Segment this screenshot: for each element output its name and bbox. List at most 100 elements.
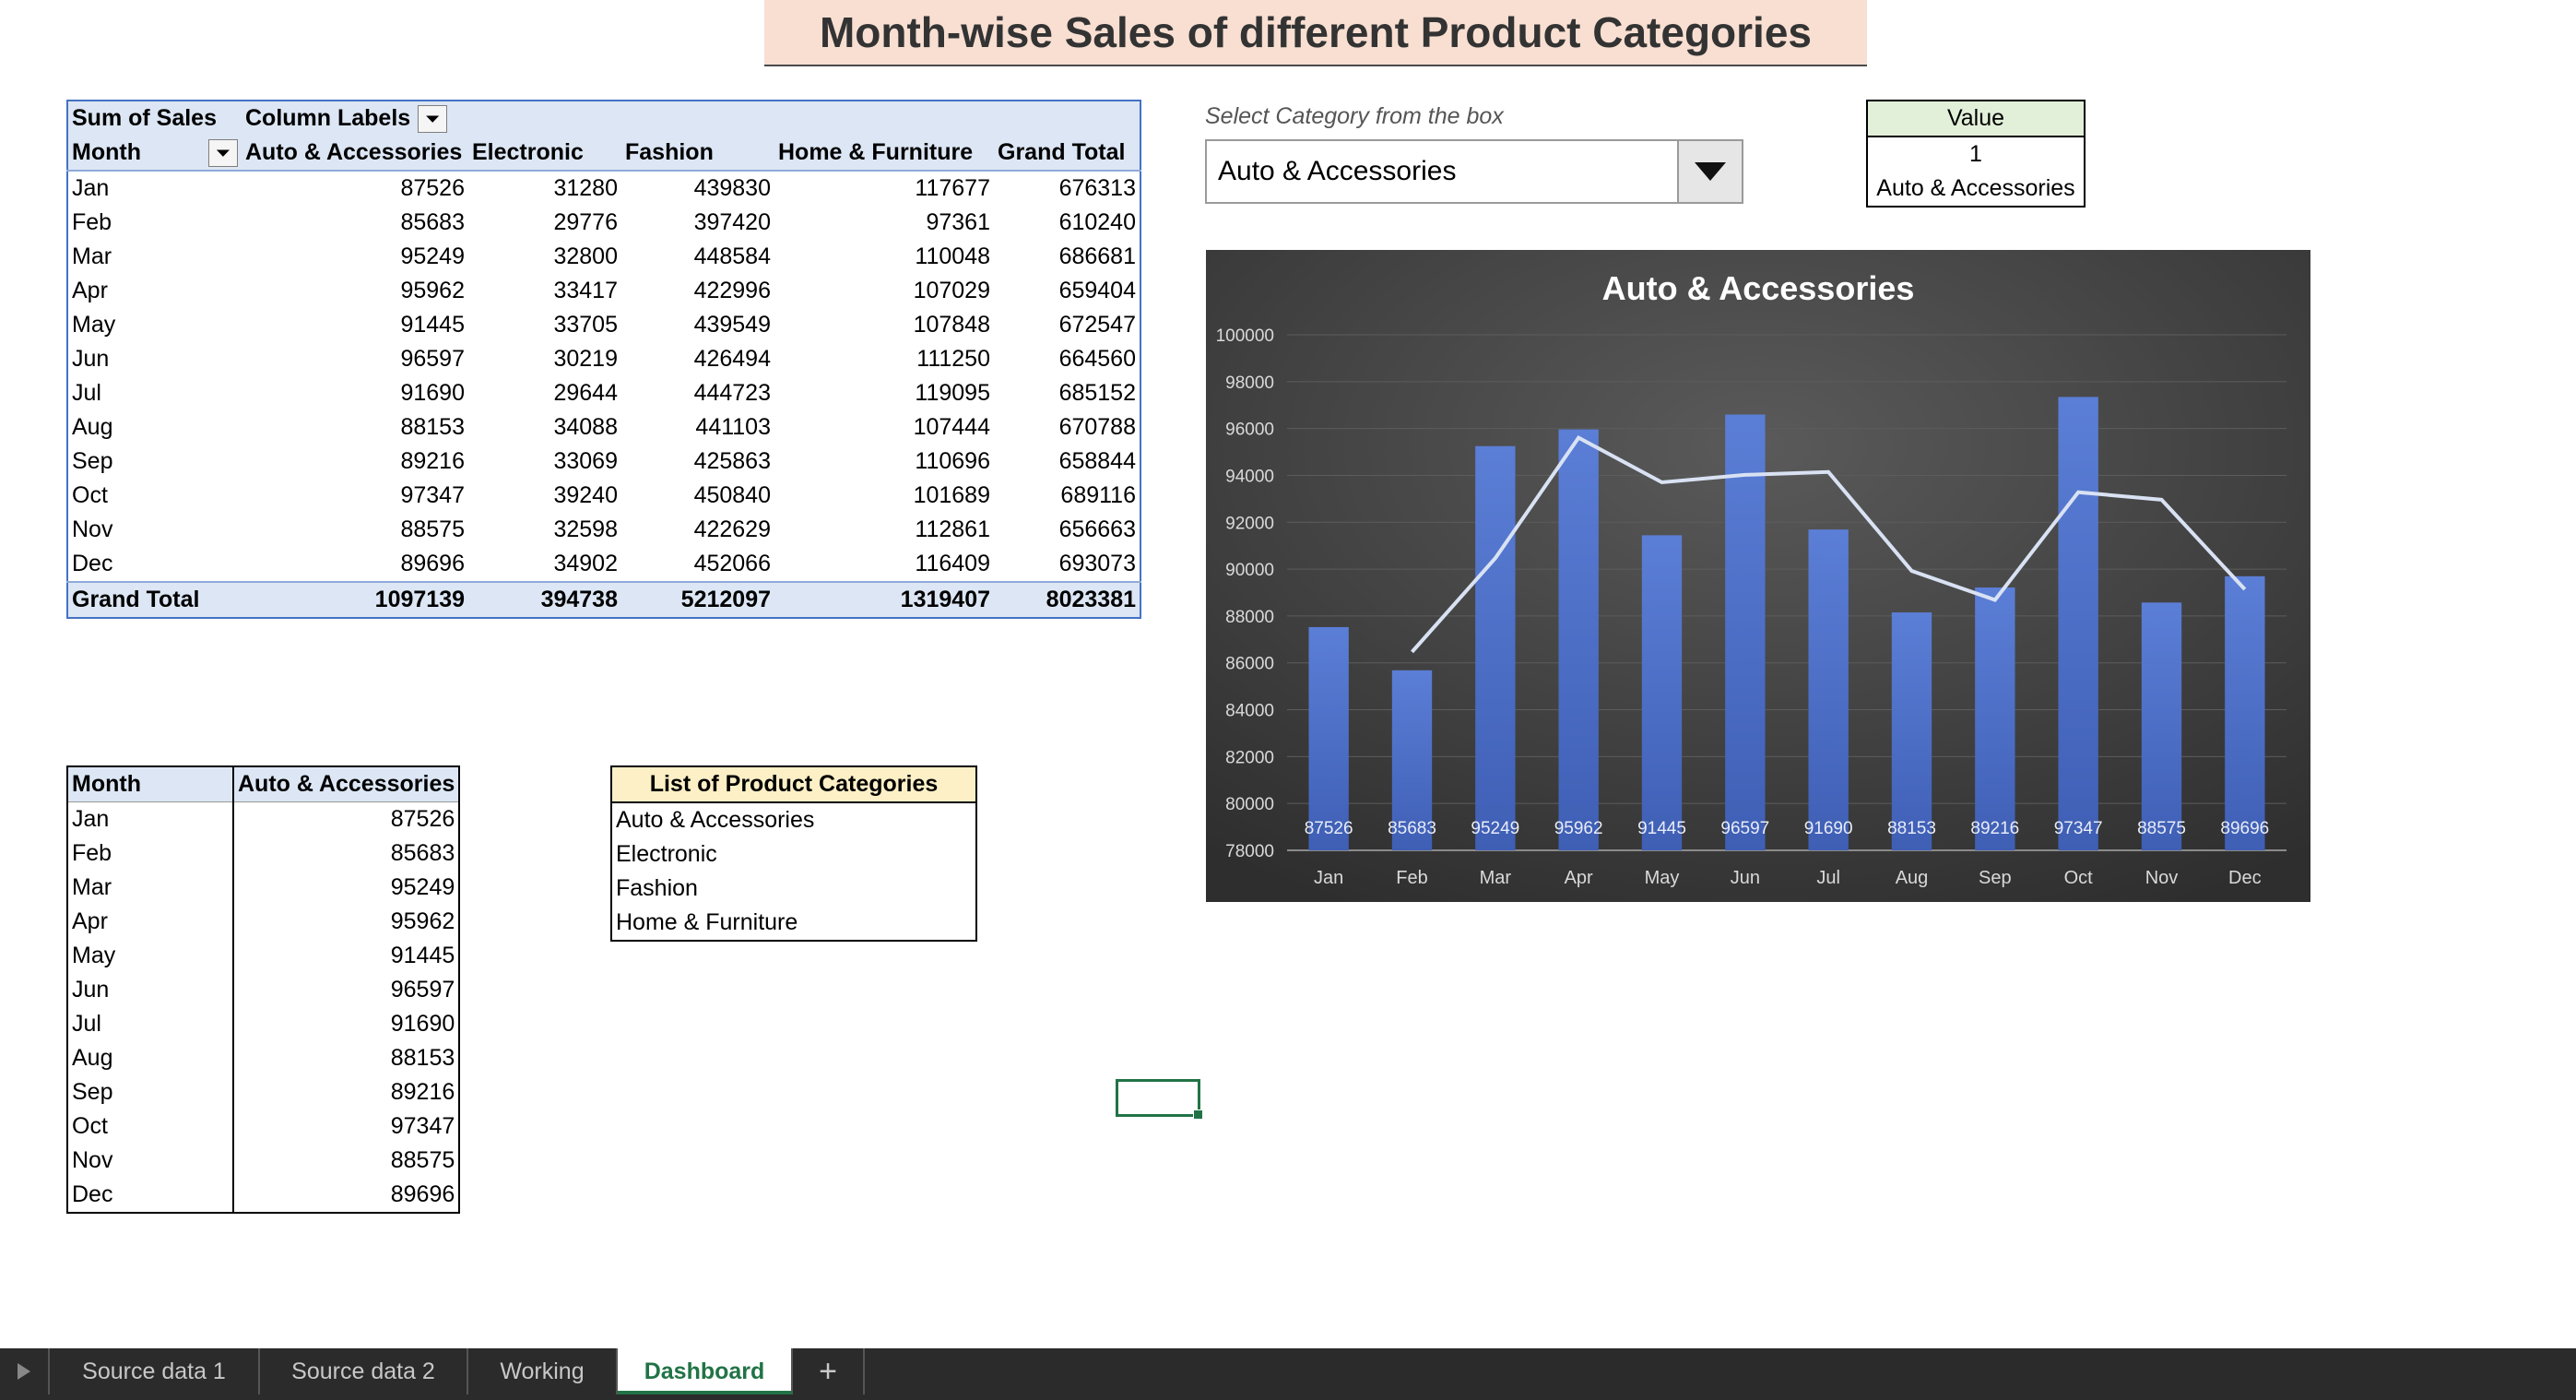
row-month: May	[72, 312, 116, 338]
play-icon	[18, 1363, 30, 1380]
grand-total-value: 1319407	[774, 581, 994, 618]
page-title: Month-wise Sales of different Product Ca…	[764, 0, 1867, 66]
cell-value: 39240	[553, 482, 618, 508]
cell-value: 91445	[400, 312, 465, 338]
cell-value: 111250	[916, 346, 990, 372]
cell-value: 112861	[915, 516, 990, 542]
x-tick-label: Sep	[1979, 868, 2012, 888]
tab-working[interactable]: Working	[468, 1348, 618, 1394]
bar[interactable]	[1308, 626, 1349, 850]
table-row: Feb 85683	[67, 836, 459, 871]
bar[interactable]	[1975, 587, 2015, 850]
table-row: Jan 87526	[67, 801, 459, 836]
pivot-column-header: Grand Total	[994, 136, 1140, 172]
pivot-column-header: Auto & Accessories	[242, 136, 468, 172]
table-row: Jul 91690	[67, 1007, 459, 1041]
row-month: Jan	[67, 801, 234, 836]
dropdown-value: Auto & Accessories	[1218, 156, 1457, 186]
table-row: Aug 88153	[67, 1041, 459, 1075]
row-month: Apr	[72, 278, 108, 303]
data-label: 87526	[1305, 819, 1353, 838]
x-tick-label: Nov	[2145, 868, 2179, 888]
cell-value: 89696	[390, 1181, 455, 1207]
bar[interactable]	[1725, 414, 1766, 850]
cell-value: 33069	[553, 448, 618, 474]
column-filter-button[interactable]: ⏷	[418, 105, 448, 134]
row-month: May	[67, 939, 234, 973]
cell-value: 422629	[693, 516, 771, 542]
tab-scroll-button[interactable]	[0, 1348, 50, 1394]
data-label: 89696	[2220, 819, 2269, 838]
bar[interactable]	[1808, 529, 1849, 850]
value-header: Value	[1867, 101, 2085, 137]
dropdown-button[interactable]	[1677, 141, 1742, 202]
x-tick-label: May	[1645, 868, 1680, 888]
data-label: 89216	[1970, 819, 2019, 838]
cell-value: 610240	[1058, 209, 1136, 235]
fill-handle[interactable]	[1193, 1109, 1203, 1120]
category-list-item: Fashion	[616, 875, 698, 901]
bar[interactable]	[1641, 535, 1683, 850]
cell-value: 397420	[693, 209, 771, 235]
chart-title: Auto & Accessories	[1602, 269, 1915, 307]
table-row: Oct 97347 39240 450840 101689 689116	[67, 479, 1140, 513]
lower-header-category: Auto & Accessories	[233, 766, 460, 802]
grand-total-label: Grand Total	[67, 581, 242, 618]
tab-source-data-1[interactable]: Source data 1	[50, 1348, 260, 1394]
category-list: List of Product Categories Auto & Access…	[610, 765, 977, 942]
sales-chart[interactable]: Auto & Accessories 78000 80000 82000 84000 8…	[1206, 250, 2310, 902]
selected-cell[interactable]	[1116, 1079, 1203, 1120]
y-tick-label: 80000	[1225, 795, 1274, 814]
cell-value: 32598	[553, 516, 618, 542]
x-tick-label: Jan	[1314, 868, 1343, 888]
cell-value: 97347	[390, 1113, 455, 1139]
table-row: Dec 89696 34902 452066 116409 693073	[67, 547, 1140, 582]
row-month: Apr	[67, 905, 234, 939]
y-tick-label: 90000	[1225, 561, 1274, 580]
bar[interactable]	[1475, 445, 1516, 850]
pivot-corner: Sum of Sales	[67, 101, 242, 136]
cell-value: 33417	[553, 278, 618, 303]
value-box: Value 1 Auto & Accessories	[1866, 100, 2086, 208]
bar[interactable]	[2058, 397, 2098, 850]
grand-total-row: Grand Total 1097139 394738 5212097 1319407 80…	[67, 581, 1140, 618]
table-row: Nov 88575	[67, 1144, 459, 1178]
bar[interactable]	[1558, 429, 1599, 850]
row-filter-button[interactable]: ⏷	[208, 139, 238, 167]
data-label: 88575	[2137, 819, 2186, 838]
cell-value: 426494	[693, 346, 771, 372]
cell-value: 101689	[913, 482, 990, 508]
row-month: Dec	[72, 551, 113, 576]
cell-value: 89696	[400, 551, 465, 576]
add-sheet-button[interactable]: +	[793, 1348, 865, 1394]
bar[interactable]	[2225, 575, 2265, 850]
table-row: Nov 88575 32598 422629 112861 656663	[67, 513, 1140, 547]
row-month: Feb	[67, 836, 234, 871]
table-row: Feb 85683 29776 397420 97361 610240	[67, 206, 1140, 240]
row-month: Oct	[67, 1109, 234, 1144]
data-label: 95249	[1471, 819, 1519, 838]
lower-header-month: Month	[67, 766, 234, 802]
row-month: Jun	[72, 346, 110, 372]
cell-value: 89216	[390, 1079, 455, 1105]
bar[interactable]	[2141, 602, 2182, 850]
y-tick-label: 92000	[1225, 514, 1274, 533]
bar[interactable]	[1891, 612, 1932, 850]
cell-value: 33705	[553, 312, 618, 338]
cell-value: 107444	[913, 414, 990, 440]
row-month: Feb	[72, 209, 112, 235]
plus-icon: +	[819, 1353, 837, 1389]
cell-value: 439830	[693, 175, 771, 201]
tab-source-data-2[interactable]: Source data 2	[260, 1348, 468, 1394]
grand-total-value: 5212097	[621, 581, 774, 618]
cell-value: 85683	[400, 209, 465, 235]
data-label: 96597	[1720, 819, 1769, 838]
cell-value: 686681	[1058, 243, 1136, 269]
category-dropdown[interactable]: Auto & Accessories	[1205, 139, 1743, 204]
cell-value: 444723	[693, 380, 771, 406]
cell-value: 422996	[693, 278, 771, 303]
category-list-header: List of Product Categories	[611, 766, 976, 803]
cell-value: 34902	[553, 551, 618, 576]
cell-value: 425863	[693, 448, 771, 474]
tab-dashboard[interactable]: Dashboard	[618, 1348, 793, 1394]
